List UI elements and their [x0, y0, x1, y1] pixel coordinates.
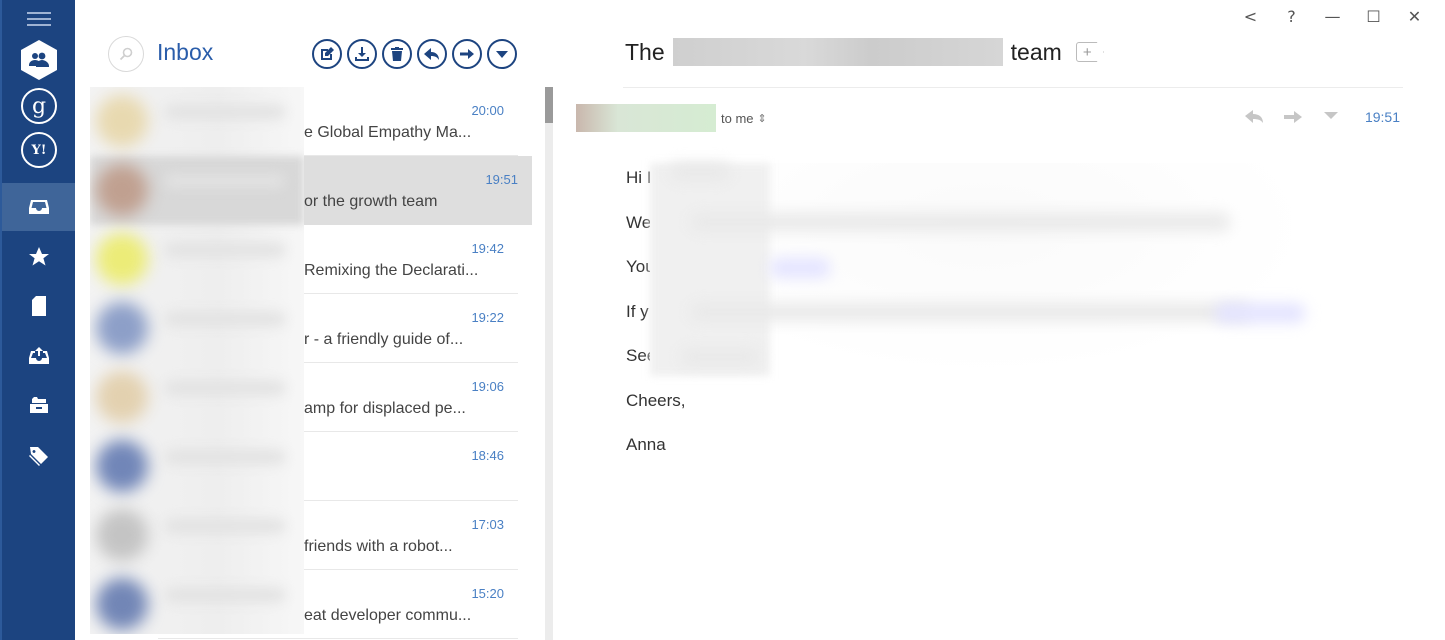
folder-title: Inbox: [157, 39, 214, 65]
people-icon: [21, 40, 57, 80]
sender-name-redacted: [165, 312, 285, 326]
message-subject: amp for displaced pe...: [304, 400, 466, 417]
nav-drafts[interactable]: [2, 282, 75, 330]
sender-name-redacted: [165, 519, 285, 533]
window-controls: < ? — ☐ ✕: [1230, 4, 1435, 28]
signoff: Cheers,: [626, 390, 686, 410]
reply-icon[interactable]: [1244, 108, 1265, 126]
hamburger-menu-icon[interactable]: [27, 12, 51, 28]
message-subject: e Global Empathy Ma...: [304, 124, 472, 141]
nav-labels[interactable]: [2, 432, 75, 480]
message-time: 19:06: [471, 379, 504, 394]
more-actions-button[interactable]: [487, 39, 517, 69]
sender-name-redacted: [165, 588, 285, 602]
sender-row: to me ⇕: [576, 104, 767, 132]
subject-suffix: team: [1010, 38, 1062, 65]
account-yahoo[interactable]: Y!: [21, 132, 57, 168]
download-button[interactable]: [347, 39, 377, 69]
sender-name-redacted: [165, 243, 285, 257]
sender-name-redacted: [165, 174, 285, 188]
google-icon: g: [21, 88, 57, 124]
trash-icon: [391, 47, 403, 61]
close-button[interactable]: ✕: [1394, 4, 1435, 28]
message-time: 19:51: [485, 172, 518, 187]
signature: Anna: [626, 435, 666, 454]
forward-button[interactable]: [452, 39, 482, 69]
message-subject: eat developer commu...: [304, 607, 472, 624]
tags-icon: [28, 447, 48, 466]
minimize-button[interactable]: —: [1312, 4, 1353, 28]
forward-icon: [460, 49, 474, 59]
sender-redacted: [576, 104, 716, 132]
delete-button[interactable]: [382, 39, 412, 69]
header-divider: [623, 87, 1403, 88]
message-time: 19:51: [1364, 109, 1400, 125]
redacted-senders: [90, 87, 304, 634]
nav-archive[interactable]: [2, 381, 75, 429]
list-toolbar: [312, 39, 517, 69]
nav-starred[interactable]: [2, 233, 75, 281]
message-time: 20:00: [471, 103, 504, 118]
dropdown-icon: [496, 51, 508, 58]
more-icon[interactable]: [1321, 108, 1341, 126]
inbox-icon: [28, 200, 49, 214]
message-subject: r - a friendly guide of...: [304, 331, 464, 348]
yahoo-icon: Y!: [21, 132, 57, 168]
sender-avatar: [96, 509, 148, 561]
nav-inbox[interactable]: [2, 183, 75, 231]
subject-prefix: The: [625, 38, 665, 65]
sender-avatar: [96, 233, 148, 285]
sender-avatar: [96, 440, 148, 492]
help-button[interactable]: ?: [1271, 4, 1312, 28]
search-icon: [119, 47, 133, 61]
sender-avatar: [96, 578, 148, 630]
message-time: 15:20: [471, 586, 504, 601]
body-redacted: [650, 163, 1314, 376]
compose-icon: [321, 47, 334, 60]
message-subject: Remixing the Declarati...: [304, 262, 479, 279]
message-time: 17:03: [471, 517, 504, 532]
draft-icon: [31, 296, 46, 316]
sender-avatar: [96, 95, 148, 147]
search-button[interactable]: [108, 36, 144, 72]
sender-name-redacted: [165, 450, 285, 464]
reading-pane: < ? — ☐ ✕ The team + to me ⇕ 19:51 Hi I …: [553, 0, 1445, 640]
outbox-icon: [28, 347, 49, 364]
compose-button[interactable]: [312, 39, 342, 69]
message-actions: 19:51: [1244, 108, 1400, 126]
reply-button[interactable]: [417, 39, 447, 69]
account-rail: g Y!: [0, 0, 75, 640]
sender-name-redacted: [165, 381, 285, 395]
subject-redacted: [672, 38, 1003, 66]
message-time: 19:22: [471, 310, 504, 325]
back-button[interactable]: <: [1230, 4, 1271, 28]
expand-recipients-icon[interactable]: ⇕: [758, 112, 767, 125]
account-google[interactable]: g: [21, 88, 57, 124]
sender-avatar: [96, 302, 148, 354]
add-label-button[interactable]: +: [1075, 42, 1104, 62]
sender-avatar: [96, 164, 148, 216]
message-list-scrollbar[interactable]: [545, 87, 553, 640]
scrollbar-thumb[interactable]: [545, 87, 553, 123]
message-time: 19:42: [471, 241, 504, 256]
message-subject: friends with a robot...: [304, 538, 453, 555]
forward-icon[interactable]: [1283, 108, 1303, 126]
maximize-button[interactable]: ☐: [1353, 4, 1394, 28]
sender-name-redacted: [165, 105, 285, 119]
email-subject: The team +: [625, 38, 1104, 66]
message-time: 18:46: [471, 448, 504, 463]
message-subject: or the growth team: [304, 193, 438, 210]
nav-sent[interactable]: [2, 331, 75, 379]
star-icon: [28, 247, 49, 266]
archive-icon: [29, 397, 48, 413]
sender-avatar: [96, 371, 148, 423]
account-people[interactable]: [21, 40, 57, 80]
download-icon: [355, 47, 369, 61]
recipients-label[interactable]: to me: [721, 111, 754, 126]
reply-icon: [424, 48, 439, 60]
